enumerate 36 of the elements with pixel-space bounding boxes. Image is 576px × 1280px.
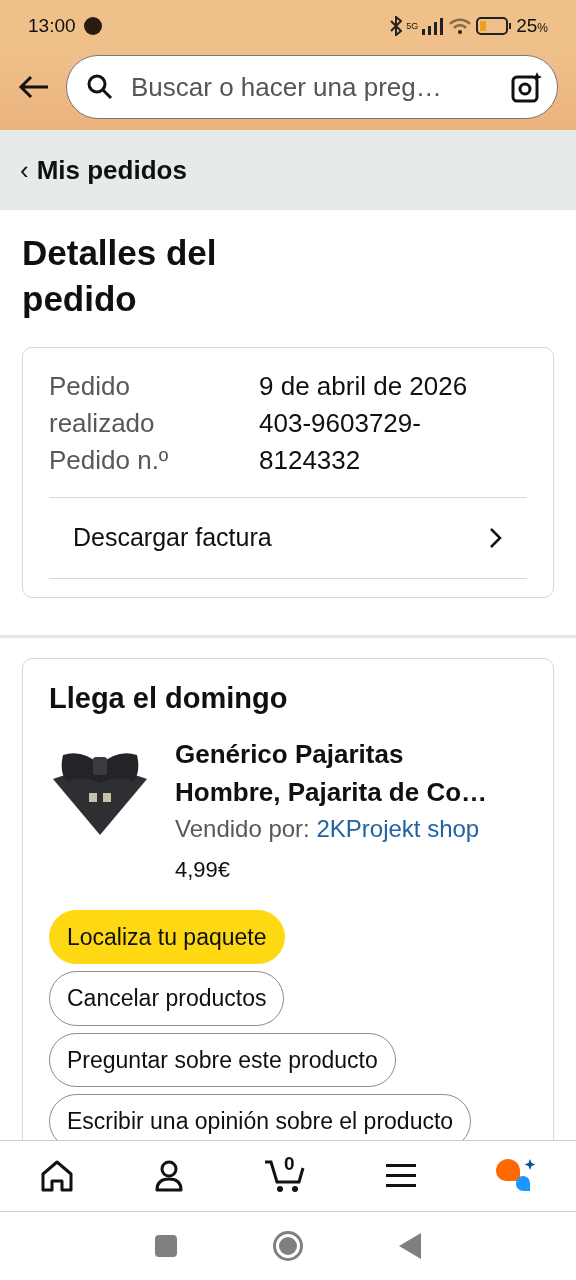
clock: 13:00 (28, 13, 76, 38)
field-value: 403-9603729-8124332 (259, 407, 422, 477)
product-title[interactable]: Genérico Pajaritas Hombre, Pajarita de Co… (175, 734, 515, 811)
home-icon[interactable] (40, 1159, 74, 1193)
camera-icon[interactable] (511, 71, 543, 103)
signal-icon (422, 17, 445, 35)
chevron-right-icon (489, 527, 503, 549)
track-package-button[interactable]: Localiza tu paquete (49, 909, 285, 964)
battery-percentage: 25% (516, 13, 548, 38)
delivery-heading: Llega el domingo (49, 681, 289, 716)
action-button[interactable]: Preguntar sobre este producto (49, 1032, 396, 1087)
page-title: Detalles del pedido (21, 232, 218, 320)
recents-icon[interactable] (155, 1235, 177, 1257)
action-button[interactable]: Cancelar productos (49, 971, 285, 1026)
seller-label: Vendido por: (175, 814, 310, 842)
notification-dot-icon (83, 17, 102, 35)
field-label: Pedido realizado (49, 370, 156, 440)
download-invoice-link[interactable]: Descargar factura (49, 497, 527, 579)
menu-icon[interactable] (386, 1163, 416, 1189)
search-icon (87, 74, 113, 100)
back-icon[interactable] (399, 1233, 421, 1259)
account-icon[interactable] (154, 1159, 184, 1193)
search-bar[interactable]: Buscar o hacer una preg… (66, 55, 558, 119)
action-button[interactable]: Escribir una opinión sobre el producto (49, 1094, 472, 1140)
battery-icon (476, 17, 513, 35)
breadcrumb-bar[interactable]: ‹ Mis pedidos (0, 130, 576, 210)
product-price: 4,99€ (175, 855, 232, 884)
bluetooth-icon (390, 16, 403, 36)
field-value: 9 de abril de 2026 (259, 370, 469, 403)
back-arrow-icon[interactable] (18, 75, 50, 99)
home-button-icon[interactable] (272, 1230, 304, 1262)
seller-link[interactable]: 2KProjekt shop (316, 814, 480, 842)
chat-assistant-icon[interactable] (496, 1159, 536, 1193)
field-label: Pedido n.º (49, 444, 170, 477)
network-label: 5G (406, 21, 419, 31)
wifi-icon (448, 17, 473, 35)
